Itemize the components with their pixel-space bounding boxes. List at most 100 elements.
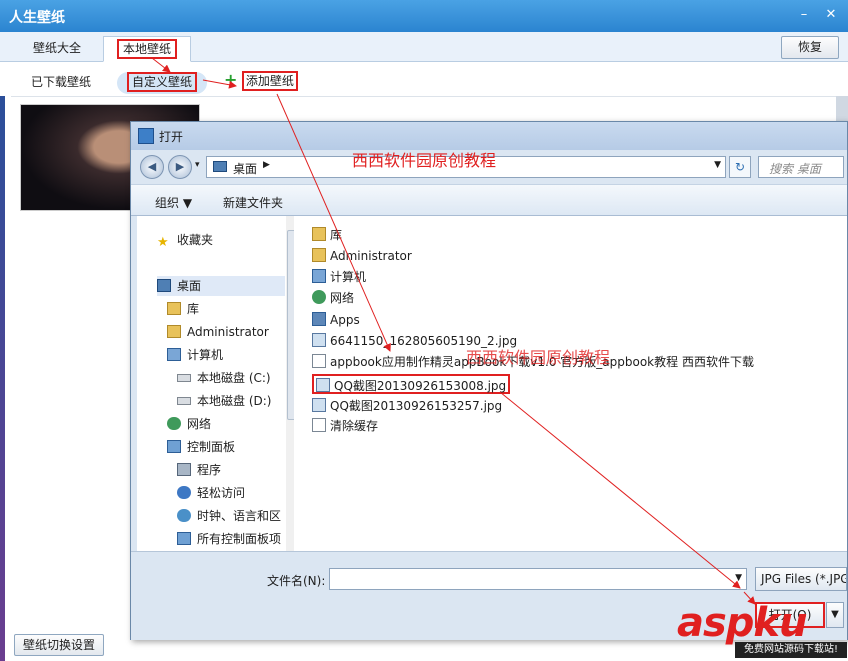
nav-label: 库 xyxy=(187,302,200,316)
control-panel-icon xyxy=(167,440,181,453)
file-name: Administrator xyxy=(330,249,412,263)
drive-icon xyxy=(177,374,191,382)
subtab-custom[interactable]: 自定义壁纸 xyxy=(117,72,207,94)
shortcut-icon xyxy=(312,418,326,432)
file-item-qq-screenshot-2[interactable]: QQ截图20130926153257.jpg xyxy=(312,396,502,416)
tab-wallpaper-gallery[interactable]: 壁纸大全 xyxy=(15,36,99,62)
library-icon xyxy=(167,302,181,315)
drive-icon xyxy=(177,397,191,405)
nav-network[interactable]: 网络 xyxy=(167,414,211,434)
file-list: 库 Administrator 计算机 网络 Apps 6641150_1628… xyxy=(294,216,847,551)
tab-bar: 壁纸大全 本地壁纸 恢复 xyxy=(0,32,848,62)
star-icon: ★ xyxy=(157,235,169,250)
wallpaper-switch-settings-button[interactable]: 壁纸切换设置 xyxy=(14,634,104,656)
tutorial-watermark: 西西软件园原创教程 xyxy=(352,151,497,170)
minimize-icon[interactable]: – xyxy=(794,6,814,24)
back-button[interactable]: ◀ xyxy=(140,155,164,179)
nav-label: Administrator xyxy=(187,325,269,339)
file-item-administrator[interactable]: Administrator xyxy=(312,246,412,266)
breadcrumb-arrow-icon[interactable]: ▶ xyxy=(263,160,270,170)
nav-ease-of-access[interactable]: 轻松访问 xyxy=(177,483,245,503)
nav-computer[interactable]: 计算机 xyxy=(167,345,223,365)
library-icon xyxy=(312,227,326,241)
nav-programs[interactable]: 程序 xyxy=(177,460,221,480)
address-dropdown-icon[interactable]: ▼ xyxy=(714,160,721,170)
close-icon[interactable]: ✕ xyxy=(821,6,841,24)
nav-label: 程序 xyxy=(197,463,222,477)
desktop-edge xyxy=(0,96,5,661)
subtab-custom-label: 自定义壁纸 xyxy=(126,72,197,92)
dialog-title: 打开 xyxy=(159,130,184,144)
add-wallpaper-label: 添加壁纸 xyxy=(241,71,298,91)
search-placeholder: 搜索 桌面 xyxy=(769,162,821,176)
network-icon xyxy=(312,290,326,304)
app-title: 人生壁纸 xyxy=(9,10,65,26)
programs-icon xyxy=(177,463,191,476)
nav-label: 本地磁盘 (C:) xyxy=(197,371,271,385)
sub-tab-bar: 已下载壁纸 自定义壁纸 + 添加壁纸 xyxy=(0,63,848,97)
nav-label: 桌面 xyxy=(177,279,202,293)
nav-desktop[interactable]: 桌面 xyxy=(157,276,285,296)
desktop-icon xyxy=(157,279,171,292)
restore-button[interactable]: 恢复 xyxy=(781,36,839,59)
file-name: 计算机 xyxy=(330,270,367,284)
ease-access-icon xyxy=(177,486,191,499)
apps-icon xyxy=(312,312,326,326)
filename-label: 文件名(N): xyxy=(267,574,326,588)
user-folder-icon xyxy=(167,325,181,338)
dialog-toolbar: 组织 ▼ 新建文件夹 xyxy=(131,184,847,216)
nav-all-panel-items[interactable]: 所有控制面板项 xyxy=(177,529,281,549)
shortcut-icon xyxy=(312,354,326,368)
filename-input[interactable]: ▼ xyxy=(329,568,747,590)
app-title-bar: 人生壁纸 – ✕ xyxy=(0,0,848,32)
recent-pages-chevron-icon[interactable]: ▾ xyxy=(195,160,200,170)
file-item-library[interactable]: 库 xyxy=(312,225,342,245)
forward-button[interactable]: ▶ xyxy=(168,155,192,179)
file-item-qq-screenshot-selected[interactable]: QQ截图20130926153008.jpg xyxy=(312,374,511,394)
tutorial-watermark-2: 西西软件园原创教程 xyxy=(466,348,611,367)
computer-icon xyxy=(167,348,181,361)
nav-drive-d[interactable]: 本地磁盘 (D:) xyxy=(177,391,271,411)
nav-label: 本地磁盘 (D:) xyxy=(197,394,272,408)
file-name: 清除缓存 xyxy=(330,419,379,433)
nav-favorites[interactable]: ★ 收藏夹 xyxy=(157,230,213,250)
plus-icon: + xyxy=(224,70,238,89)
file-item-clear-cache[interactable]: 清除缓存 xyxy=(312,416,378,436)
nav-label: 时钟、语言和区 xyxy=(197,509,282,523)
file-item-computer[interactable]: 计算机 xyxy=(312,267,366,287)
aspku-logo-subtext: 免费网站源码下载站! xyxy=(735,642,847,658)
desktop-icon xyxy=(213,161,227,172)
network-icon xyxy=(167,417,181,430)
file-name: Apps xyxy=(330,313,360,327)
nav-administrator[interactable]: Administrator xyxy=(167,322,269,342)
computer-icon xyxy=(312,269,326,283)
organize-menu[interactable]: 组织 ▼ xyxy=(155,194,192,211)
subtab-downloaded[interactable]: 已下载壁纸 xyxy=(31,72,91,94)
address-location: 桌面 xyxy=(233,162,258,176)
nav-label: 计算机 xyxy=(187,348,224,362)
nav-label: 网络 xyxy=(187,417,212,431)
file-item-network[interactable]: 网络 xyxy=(312,288,354,308)
image-file-icon xyxy=(316,378,330,392)
open-file-dialog: 打开 ◀ ▶ ▾ 桌面 ▶ ▼ ↻ 搜索 桌面 组织 ▼ 新建文件夹 ★ 收藏夹 … xyxy=(130,121,848,640)
nav-label: 轻松访问 xyxy=(197,486,246,500)
refresh-button[interactable]: ↻ xyxy=(729,156,751,178)
nav-library[interactable]: 库 xyxy=(167,299,199,319)
search-input[interactable]: 搜索 桌面 xyxy=(758,156,844,178)
filename-dropdown-icon[interactable]: ▼ xyxy=(735,573,742,583)
tab-local-wallpaper-label: 本地壁纸 xyxy=(116,39,177,59)
tab-local-wallpaper[interactable]: 本地壁纸 xyxy=(103,36,191,62)
new-folder-button[interactable]: 新建文件夹 xyxy=(223,194,283,211)
dialog-title-bar: 打开 xyxy=(131,122,847,150)
nav-clock-language[interactable]: 时钟、语言和区 xyxy=(177,506,281,526)
file-type-filter[interactable]: JPG Files (*.JPG xyxy=(755,567,847,591)
file-name: QQ截图20130926153257.jpg xyxy=(330,399,503,413)
nav-drive-c[interactable]: 本地磁盘 (C:) xyxy=(177,368,271,388)
add-wallpaper-button[interactable]: + 添加壁纸 xyxy=(224,71,298,93)
nav-control-panel[interactable]: 控制面板 xyxy=(167,437,235,457)
nav-label: 所有控制面板项 xyxy=(197,532,282,546)
file-item-apps[interactable]: Apps xyxy=(312,310,360,330)
dialog-app-icon xyxy=(138,128,154,144)
file-name: 网络 xyxy=(330,291,355,305)
nav-label: 控制面板 xyxy=(187,440,236,454)
